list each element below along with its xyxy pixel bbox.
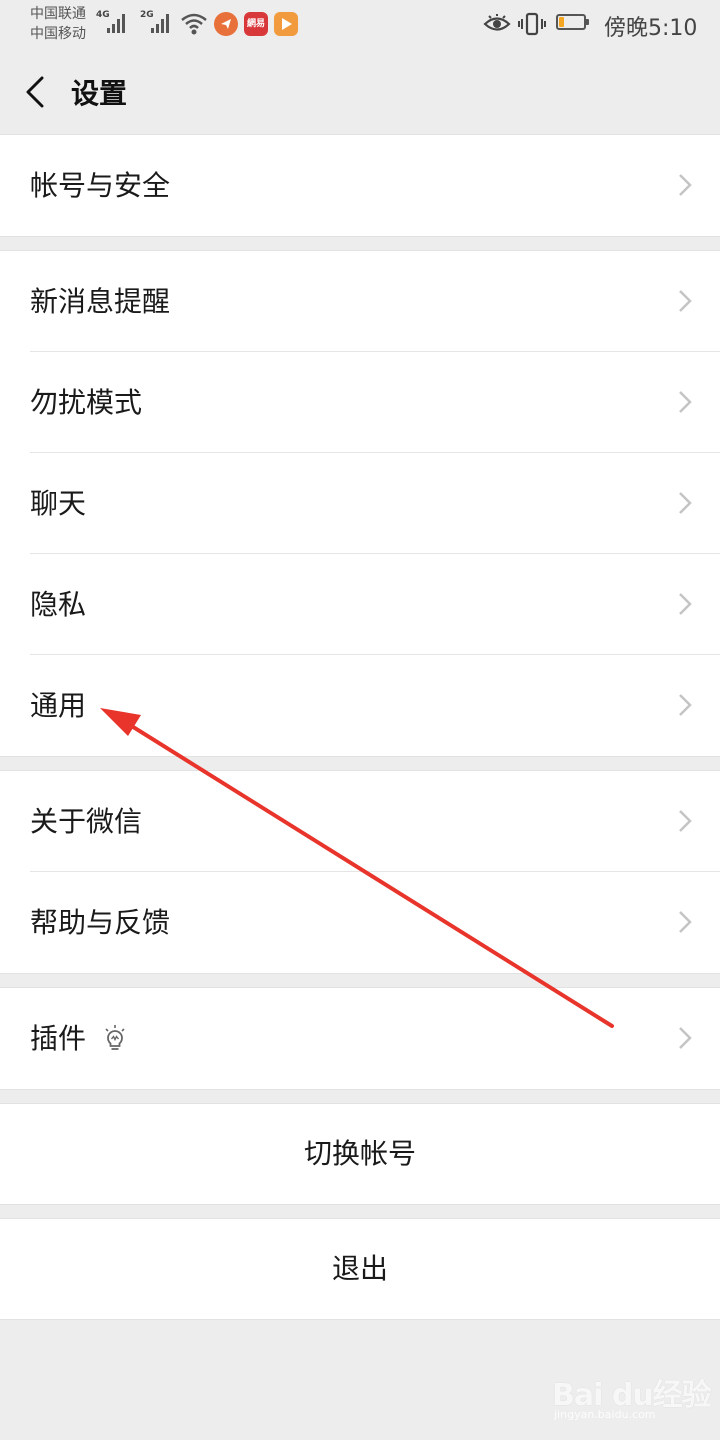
battery-icon: [556, 14, 590, 32]
video-app-icon: [274, 12, 298, 36]
page-title: 设置: [71, 77, 128, 110]
settings-item-label: 勿扰模式: [30, 386, 143, 419]
nav-bar: 设置: [0, 50, 720, 134]
chevron-right-icon: [679, 694, 692, 716]
settings-group-main: 新消息提醒 勿扰模式 聊天 隐私 通用: [0, 250, 720, 757]
app-notification-icon: [214, 12, 238, 36]
logout-button[interactable]: 退出: [0, 1219, 720, 1319]
watermark-url: jingyan.baidu.com: [554, 1408, 656, 1421]
settings-item-chat[interactable]: 聊天: [0, 453, 720, 554]
settings-item-label: 帐号与安全: [30, 169, 171, 202]
wifi-icon: [180, 12, 208, 40]
settings-group-about: 关于微信 帮助与反馈: [0, 770, 720, 974]
status-bar: 中国联通 中国移动 4G 2G 網易 傍晚5:10: [0, 0, 720, 50]
settings-item-label: 关于微信: [30, 805, 143, 838]
settings-item-privacy[interactable]: 隐私: [0, 554, 720, 655]
chevron-right-icon: [679, 290, 692, 312]
settings-item-label: 聊天: [30, 487, 87, 520]
vibrate-icon: [518, 12, 546, 40]
watermark: Bai du经验 jingyan.baidu.com: [548, 1358, 712, 1428]
chevron-right-icon: [679, 492, 692, 514]
settings-item-do-not-disturb[interactable]: 勿扰模式: [0, 352, 720, 453]
settings-item-label: 帮助与反馈: [30, 906, 171, 939]
settings-item-label: 插件: [30, 1022, 87, 1055]
chevron-right-icon: [679, 391, 692, 413]
settings-item-label: 隐私: [30, 588, 87, 621]
settings-item-label: 新消息提醒: [30, 285, 171, 318]
switch-account-group: 切换帐号: [0, 1103, 720, 1205]
chevron-right-icon: [679, 810, 692, 832]
eye-icon: [483, 14, 511, 38]
logout-group: 退出: [0, 1218, 720, 1320]
settings-item-new-message-alert[interactable]: 新消息提醒: [0, 251, 720, 352]
back-button[interactable]: [14, 68, 62, 116]
settings-group-account: 帐号与安全: [0, 134, 720, 237]
chevron-right-icon: [679, 593, 692, 615]
settings-item-plugins[interactable]: 插件: [0, 988, 720, 1089]
switch-account-button[interactable]: 切换帐号: [0, 1104, 720, 1204]
settings-item-about-wechat[interactable]: 关于微信: [0, 771, 720, 872]
logout-label: 退出: [331, 1252, 388, 1285]
carrier-info: 中国联通 中国移动: [30, 4, 86, 44]
switch-account-label: 切换帐号: [303, 1137, 416, 1170]
settings-item-label: 通用: [30, 689, 87, 722]
carrier-2: 中国移动: [30, 26, 86, 42]
chevron-right-icon: [679, 911, 692, 933]
chevron-left-icon: [26, 76, 44, 108]
settings-item-account-security[interactable]: 帐号与安全: [0, 135, 720, 236]
lightbulb-icon: [105, 1025, 125, 1050]
settings-group-plugins: 插件: [0, 987, 720, 1090]
carrier-1: 中国联通: [30, 6, 86, 22]
netease-app-icon: 網易: [244, 12, 268, 36]
status-time: 傍晚5:10: [604, 16, 698, 41]
settings-item-general[interactable]: 通用: [0, 655, 720, 756]
chevron-right-icon: [679, 174, 692, 196]
chevron-right-icon: [679, 1027, 692, 1049]
settings-item-help-feedback[interactable]: 帮助与反馈: [0, 872, 720, 973]
